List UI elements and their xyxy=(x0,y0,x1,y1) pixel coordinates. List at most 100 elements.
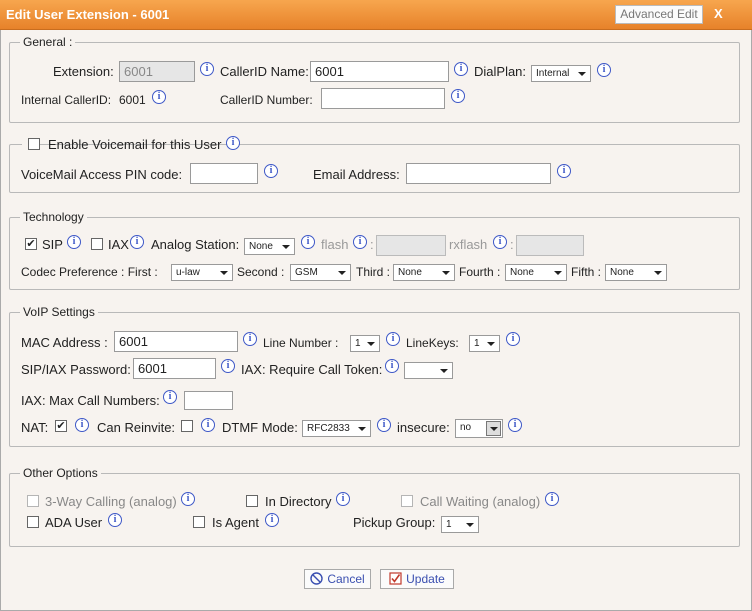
info-icon[interactable]: i xyxy=(301,235,315,249)
iax-label: IAX xyxy=(108,237,129,252)
info-icon[interactable]: i xyxy=(597,63,611,77)
technology-legend: Technology xyxy=(20,210,87,224)
dtmf-mode-select[interactable]: RFC2833 xyxy=(302,420,371,437)
info-icon[interactable]: i xyxy=(221,359,235,373)
advanced-edit-button[interactable]: Advanced Edit xyxy=(615,5,703,24)
line-number-label: Line Number : xyxy=(263,336,339,350)
info-icon[interactable]: i xyxy=(108,513,122,527)
info-icon[interactable]: i xyxy=(353,235,367,249)
codec-first-label: Codec Preference : First : xyxy=(21,265,158,279)
info-icon[interactable]: i xyxy=(557,164,571,178)
insecure-select[interactable]: no xyxy=(455,419,503,438)
analog-station-label: Analog Station: xyxy=(151,237,240,252)
info-icon[interactable]: i xyxy=(265,513,279,527)
insecure-label: insecure: xyxy=(397,420,450,435)
info-icon[interactable]: i xyxy=(493,235,507,249)
iax-max-call-numbers-label: IAX: Max Call Numbers: xyxy=(21,393,160,408)
iax-call-token-select[interactable] xyxy=(404,362,453,379)
info-icon[interactable]: i xyxy=(181,492,195,506)
can-reinvite-checkbox[interactable] xyxy=(181,420,193,432)
call-waiting-label: Call Waiting (analog) xyxy=(420,494,541,509)
iax-checkbox[interactable] xyxy=(91,238,103,250)
codec-fourth-value: None xyxy=(510,267,534,278)
titlebar: Edit User Extension - 6001 Advanced Edit… xyxy=(0,0,752,30)
info-icon[interactable]: i xyxy=(163,390,177,404)
info-icon[interactable]: i xyxy=(200,62,214,76)
info-icon[interactable]: i xyxy=(386,332,400,346)
analog-station-select[interactable]: None xyxy=(244,238,295,255)
three-way-calling-label: 3-Way Calling (analog) xyxy=(45,494,177,509)
sip-checkbox[interactable]: ✔ xyxy=(25,238,37,250)
info-icon[interactable]: i xyxy=(377,418,391,432)
linekeys-value: 1 xyxy=(474,338,480,349)
line-number-value: 1 xyxy=(355,338,361,349)
info-icon[interactable]: i xyxy=(226,136,240,150)
info-icon[interactable]: i xyxy=(67,235,81,249)
codec-third-value: None xyxy=(398,267,422,278)
chevron-down-icon xyxy=(358,427,366,431)
cancel-button[interactable]: Cancel xyxy=(304,569,371,589)
info-icon[interactable]: i xyxy=(385,359,399,373)
callerid-number-input[interactable] xyxy=(321,88,445,109)
info-icon[interactable]: i xyxy=(545,492,559,506)
mac-address-label: MAC Address : xyxy=(21,335,108,350)
codec-first-select[interactable]: u-law xyxy=(171,264,233,281)
nat-label: NAT: xyxy=(21,420,49,435)
info-icon[interactable]: i xyxy=(264,164,278,178)
chevron-down-icon xyxy=(654,271,662,275)
chevron-down-icon xyxy=(487,342,495,346)
iax-call-token-label: IAX: Require Call Token: xyxy=(241,362,383,377)
info-icon[interactable]: i xyxy=(152,90,166,104)
codec-first-value: u-law xyxy=(176,267,200,278)
email-address-label: Email Address: xyxy=(313,167,400,182)
ada-user-checkbox[interactable] xyxy=(27,516,39,528)
info-icon[interactable]: i xyxy=(201,418,215,432)
rxflash-input xyxy=(516,235,584,256)
info-icon[interactable]: i xyxy=(130,235,144,249)
nat-checkbox[interactable]: ✔ xyxy=(55,420,67,432)
codec-third-select[interactable]: None xyxy=(393,264,455,281)
dialplan-label: DialPlan: xyxy=(474,64,527,79)
info-icon[interactable]: i xyxy=(454,62,468,76)
info-icon[interactable]: i xyxy=(506,332,520,346)
linekeys-select[interactable]: 1 xyxy=(469,335,500,352)
in-directory-checkbox[interactable] xyxy=(246,495,258,507)
flash-label: flash xyxy=(321,237,349,252)
pickup-group-label: Pickup Group: xyxy=(353,515,436,530)
info-icon[interactable]: i xyxy=(508,418,522,432)
pickup-group-select[interactable]: 1 xyxy=(441,516,479,533)
line-number-select[interactable]: 1 xyxy=(350,335,380,352)
three-way-calling-checkbox xyxy=(27,495,39,507)
info-icon[interactable]: i xyxy=(336,492,350,506)
callerid-name-input[interactable]: 6001 xyxy=(310,61,449,82)
dtmf-mode-value: RFC2833 xyxy=(307,423,350,434)
codec-second-select[interactable]: GSM xyxy=(290,264,351,281)
mac-address-input[interactable]: 6001 xyxy=(114,331,238,352)
info-icon[interactable]: i xyxy=(243,332,257,346)
codec-third-label: Third : xyxy=(356,265,391,279)
email-address-input[interactable] xyxy=(406,163,551,184)
flash-colon: : xyxy=(370,237,374,252)
dtmf-mode-label: DTMF Mode: xyxy=(222,420,298,435)
voicemail-legend: Enable Voicemail for this User i xyxy=(22,136,240,152)
sip-iax-password-input[interactable]: 6001 xyxy=(133,358,216,379)
info-icon[interactable]: i xyxy=(451,89,465,103)
call-waiting-checkbox xyxy=(401,495,413,507)
close-button[interactable]: X xyxy=(714,6,723,21)
codec-fourth-select[interactable]: None xyxy=(505,264,567,281)
dialplan-select[interactable]: Internal xyxy=(531,65,591,82)
flash-input xyxy=(376,235,446,256)
rxflash-colon: : xyxy=(510,237,514,252)
update-button[interactable]: Update xyxy=(380,569,454,589)
is-agent-checkbox[interactable] xyxy=(193,516,205,528)
checkmark-icon xyxy=(389,572,402,585)
codec-fifth-select[interactable]: None xyxy=(605,264,667,281)
sip-iax-password-label: SIP/IAX Password: xyxy=(21,362,131,377)
general-section: General : xyxy=(9,35,740,123)
chevron-down-icon xyxy=(442,271,450,275)
info-icon[interactable]: i xyxy=(75,418,89,432)
voicemail-enable-checkbox[interactable] xyxy=(28,138,40,150)
iax-max-call-numbers-input[interactable] xyxy=(184,391,233,410)
is-agent-label: Is Agent xyxy=(212,515,259,530)
voicemail-pin-input[interactable] xyxy=(190,163,258,184)
